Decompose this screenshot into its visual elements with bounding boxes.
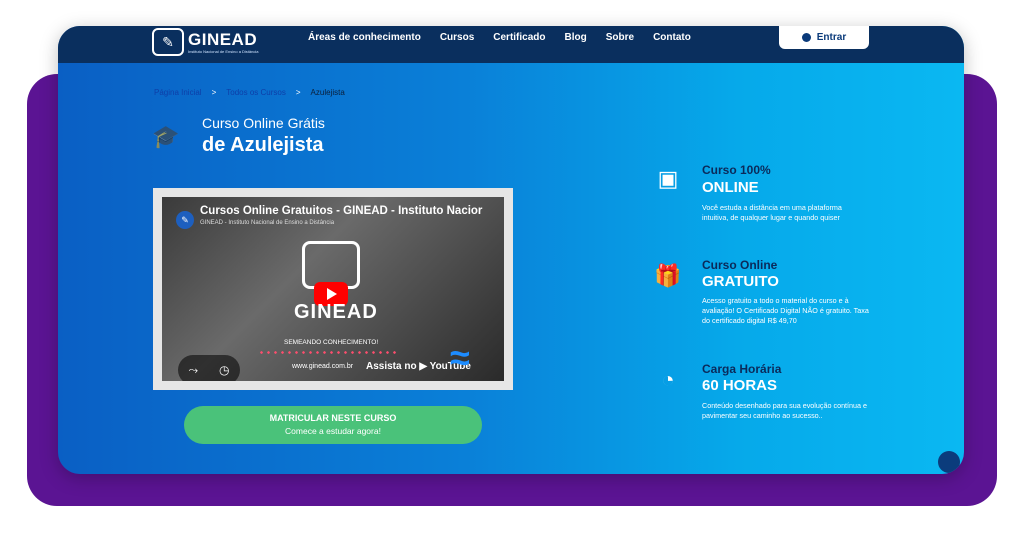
nav-item-cursos[interactable]: Cursos [440, 32, 474, 43]
feature-free: 🎁 Curso Online GRATUITO Acesso gratuito … [654, 258, 869, 348]
feature-online-head2: ONLINE [702, 179, 759, 196]
video-controls: ⤳ ◷ [178, 355, 240, 381]
logo-book-icon: ✎ [152, 28, 184, 56]
breadcrumb: Página Inicial > Todos os Cursos > Azule… [154, 88, 345, 97]
breadcrumb-current: Azulejista [310, 88, 345, 97]
course-title-prefix: Curso Online Grátis [202, 115, 325, 131]
nav-item-certificado[interactable]: Certificado [493, 32, 545, 43]
feature-hours-head1: Carga Horária [702, 362, 782, 376]
feature-free-head2: GRATUITO [702, 273, 779, 290]
graduation-cap-icon: 🎓 [152, 124, 180, 149]
browser-window: ✎ GINEAD Instituto Nacional de Ensino a … [58, 26, 964, 474]
watch-later-clock-icon[interactable]: ◷ [219, 363, 229, 377]
youtube-video-player[interactable]: ✎ Cursos Online Gratuitos - GINEAD - Ins… [162, 197, 504, 381]
feature-online-head1: Curso 100% [702, 163, 771, 177]
nav-item-areas[interactable]: Áreas de conhecimento [308, 32, 421, 43]
breadcrumb-home[interactable]: Página Inicial [154, 88, 202, 97]
channel-avatar-icon[interactable]: ✎ [176, 211, 194, 229]
video-logo-text: GINEAD [294, 301, 378, 323]
breadcrumb-courses[interactable]: Todos os Cursos [226, 88, 286, 97]
enroll-button[interactable]: MATRICULAR NESTE CURSO Comece a estudar … [184, 406, 482, 444]
nav-menu: Áreas de conhecimento Cursos Certificado… [308, 32, 691, 43]
feature-online: ▣ Curso 100% ONLINE Você estuda a distân… [654, 161, 842, 241]
video-wave-decoration-icon: ≈ [450, 337, 470, 378]
user-icon [801, 33, 811, 42]
enroll-button-sublabel: Comece a estudar agora! [285, 426, 381, 436]
chat-widget-icon[interactable] [938, 451, 960, 473]
monitor-play-icon: ▣ [657, 166, 679, 191]
course-title: de Azulejista [202, 134, 324, 156]
login-label: Entrar [816, 32, 847, 43]
share-icon[interactable]: ⤳ [188, 363, 198, 378]
feature-hours: ◔ Carga Horária 60 HORAS Conteúdo desenh… [654, 362, 867, 452]
enroll-button-label: MATRICULAR NESTE CURSO [269, 413, 397, 423]
nav-item-contato[interactable]: Contato [653, 32, 691, 43]
video-url: www.ginead.com.br [292, 363, 354, 370]
nav-item-sobre[interactable]: Sobre [606, 32, 634, 43]
feature-free-head1: Curso Online [702, 258, 778, 272]
video-dots-decoration [258, 351, 398, 354]
clock-icon: ◔ [661, 367, 675, 392]
feature-hours-head2: 60 HORAS [702, 377, 778, 394]
logo-text: GINEAD [188, 29, 258, 49]
feature-hours-desc: Conteúdo desenhado para sua evolução con… [702, 401, 868, 420]
video-motto: SEMEANDO CONHECIMENTO! [284, 339, 379, 346]
video-frame: ✎ Cursos Online Gratuitos - GINEAD - Ins… [153, 188, 513, 390]
video-title[interactable]: Cursos Online Gratuitos - GINEAD - Insti… [200, 205, 482, 217]
gift-icon: 🎁 [654, 263, 682, 288]
video-channel: GINEAD - Instituto Nacional de Ensino a … [200, 220, 335, 226]
feature-online-desc: Você estuda a distância em uma plataform… [702, 203, 842, 222]
breadcrumb-separator: > [211, 88, 217, 97]
top-navbar: ✎ GINEAD Instituto Nacional de Ensino a … [58, 26, 964, 63]
breadcrumb-separator: > [295, 88, 301, 97]
site-logo[interactable]: ✎ GINEAD Instituto Nacional de Ensino a … [152, 28, 258, 56]
logo-subtitle: Instituto Nacional de Ensino a Distância [188, 48, 259, 54]
login-button[interactable]: Entrar [779, 26, 869, 49]
nav-item-blog[interactable]: Blog [565, 32, 587, 43]
feature-free-desc: Acesso gratuito a todo o material do cur… [702, 296, 869, 325]
